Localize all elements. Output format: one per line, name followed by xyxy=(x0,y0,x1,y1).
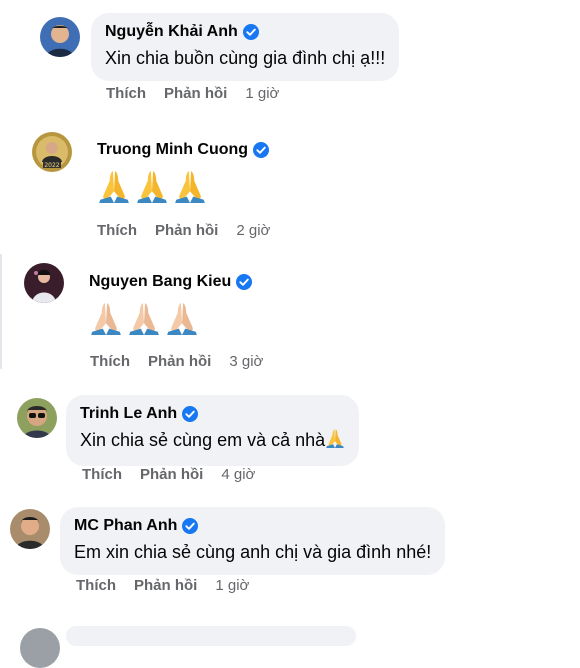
verified-badge-icon xyxy=(182,406,199,422)
reaction-emojis xyxy=(89,300,252,336)
folded-hands-icon xyxy=(135,168,169,204)
folded-hands-icon xyxy=(127,300,161,336)
avatar[interactable] xyxy=(20,628,60,668)
folded-hands-icon xyxy=(325,427,345,456)
comment-timestamp[interactable]: 1 giờ xyxy=(215,577,249,595)
comment-timestamp[interactable]: 3 giờ xyxy=(229,353,263,371)
comment-bubble: MC Phan Anh Em xin chia sẻ cùng anh chị … xyxy=(60,507,446,575)
avatar[interactable] xyxy=(40,17,80,57)
reply-button[interactable]: Phản hồi xyxy=(140,466,203,484)
avatar-man-icon xyxy=(40,17,80,57)
avatar-singer-icon xyxy=(24,263,64,303)
avatar-glasses-icon xyxy=(17,398,57,438)
comment-bubble: Truong Minh Cuong xyxy=(97,140,270,204)
like-button[interactable]: Thích xyxy=(82,466,122,484)
like-button[interactable]: Thích xyxy=(97,222,137,240)
comment-text: Xin chia buồn cùng gia đình chị ạ!!! xyxy=(105,48,386,68)
reaction-emojis xyxy=(97,168,269,204)
comment-bubble: Nguyễn Khải Anh Xin chia buồn cùng gia đ… xyxy=(91,13,400,81)
like-button[interactable]: Thích xyxy=(106,85,146,103)
comment-bubble xyxy=(66,626,356,646)
avatar-man-icon xyxy=(10,509,50,549)
like-button[interactable]: Thích xyxy=(90,353,130,371)
comment-bubble: Trinh Le Anh Xin chia sẻ cùng em và cả n… xyxy=(66,395,360,466)
comment-timestamp[interactable]: 1 giờ xyxy=(245,85,279,103)
comment-author[interactable]: Trinh Le Anh xyxy=(80,404,177,424)
comment-text-content: Xin chia sẻ cùng em và cả nhà xyxy=(80,430,326,450)
comment-author[interactable]: Nguyễn Khải Anh xyxy=(105,22,238,42)
reply-button[interactable]: Phản hồi xyxy=(148,353,211,371)
verified-badge-icon xyxy=(182,518,199,534)
comment-timestamp[interactable]: 2 giờ xyxy=(236,222,270,240)
folded-hands-icon xyxy=(165,300,199,336)
avatar[interactable] xyxy=(10,509,50,549)
comment-author[interactable]: MC Phan Anh xyxy=(74,516,177,536)
comment-text: Em xin chia sẻ cùng anh chị và gia đình … xyxy=(74,542,432,562)
folded-hands-icon xyxy=(173,168,207,204)
verified-badge-icon xyxy=(242,24,259,40)
avatar[interactable]: 2022 xyxy=(32,132,72,172)
comment-author[interactable]: Nguyen Bang Kieu xyxy=(89,272,231,292)
verified-badge-icon xyxy=(236,274,253,290)
avatar-2022-icon: 2022 xyxy=(32,132,72,172)
reply-button[interactable]: Phản hồi xyxy=(134,577,197,595)
comment-bubble: Nguyen Bang Kieu xyxy=(89,272,253,336)
folded-hands-icon xyxy=(97,168,131,204)
folded-hands-icon xyxy=(89,300,123,336)
avatar[interactable] xyxy=(17,398,57,438)
comment-timestamp[interactable]: 4 giờ xyxy=(221,466,255,484)
comment-author[interactable]: Truong Minh Cuong xyxy=(97,140,248,160)
thread-divider xyxy=(0,254,2,369)
comment-text: Xin chia sẻ cùng em và cả nhà xyxy=(80,427,345,456)
like-button[interactable]: Thích xyxy=(76,577,116,595)
svg-text:2022: 2022 xyxy=(44,162,59,169)
avatar[interactable] xyxy=(24,263,64,303)
reply-button[interactable]: Phản hồi xyxy=(164,85,227,103)
reply-button[interactable]: Phản hồi xyxy=(155,222,218,240)
verified-badge-icon xyxy=(253,142,270,158)
